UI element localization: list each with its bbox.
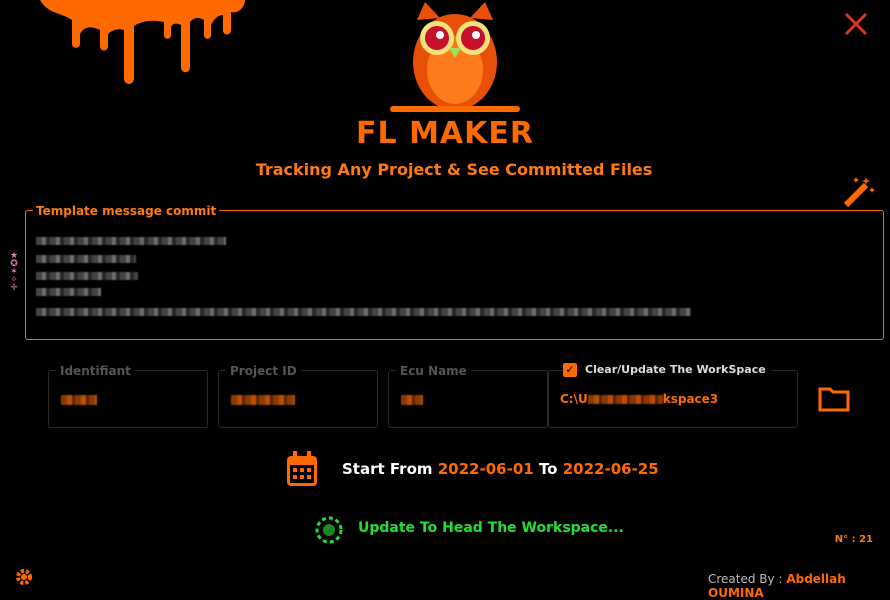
blurred-line <box>36 288 101 296</box>
date-to[interactable]: 2022-06-25 <box>563 460 659 478</box>
message-counter: N° : 21 <box>834 534 873 545</box>
credits: Created By : Abdellah OUMINA <box>708 572 890 600</box>
ecu-name-field[interactable] <box>388 370 548 428</box>
update-status[interactable]: Update To Head The Workspace... <box>358 520 624 536</box>
paint-drip-decoration <box>40 0 245 84</box>
ecu-name-label: Ecu Name <box>396 364 471 378</box>
field-value-blurred <box>401 395 423 405</box>
app-subtitle: Tracking Any Project & See Committed Fil… <box>255 160 653 179</box>
date-from[interactable]: 2022-06-01 <box>438 460 534 478</box>
path-blurred <box>587 395 663 404</box>
clear-workspace-checkbox[interactable]: ✓ <box>563 363 577 377</box>
calendar-icon[interactable] <box>285 450 319 488</box>
workspace-path: C:\U kspace3 <box>560 392 718 406</box>
magic-wand-icon[interactable] <box>842 175 876 209</box>
date-to-label: To <box>538 460 558 478</box>
folder-icon[interactable] <box>818 386 850 412</box>
blurred-line <box>36 237 226 245</box>
blurred-line <box>36 308 691 316</box>
path-start: C:\U <box>560 392 588 406</box>
date-range: Start From 2022-06-01 To 2022-06-25 <box>342 460 659 478</box>
clear-workspace-label: Clear/Update The WorkSpace <box>580 363 771 376</box>
field-value-blurred <box>231 395 295 405</box>
owl-logo <box>390 2 520 112</box>
template-message-box[interactable]: N° : 21 <box>25 210 884 545</box>
project-id-label: Project ID <box>226 364 301 378</box>
symbols-icon[interactable]: ★ ✪ ✶ ✧ ✛ <box>9 252 19 293</box>
field-value-blurred <box>61 395 97 405</box>
identifiant-label: Identifiant <box>56 364 135 378</box>
blurred-line <box>36 272 138 280</box>
loading-spinner-icon <box>315 516 343 544</box>
date-prefix: Start From <box>342 460 433 478</box>
blurred-line <box>36 255 136 263</box>
settings-gear-icon[interactable] <box>14 567 34 587</box>
close-icon[interactable] <box>842 10 870 38</box>
identifiant-field[interactable] <box>48 370 208 428</box>
app-brand: FL MAKER <box>356 116 534 151</box>
template-label: Template message commit <box>33 204 220 218</box>
created-by-label: Created By : <box>708 572 787 586</box>
project-id-field[interactable] <box>218 370 378 428</box>
path-end: kspace3 <box>662 392 719 406</box>
